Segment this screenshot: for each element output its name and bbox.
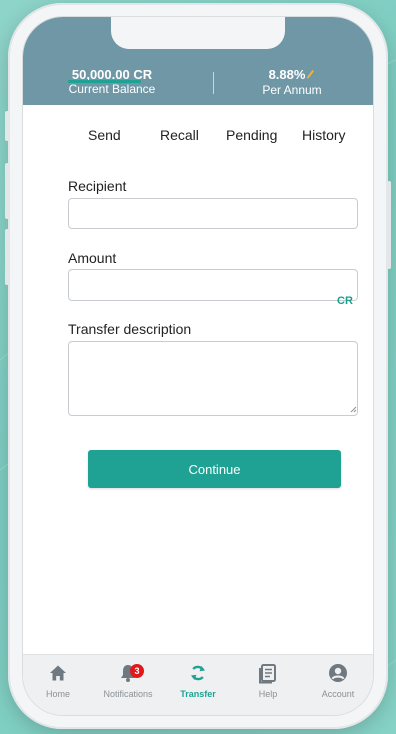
- nav-home-label: Home: [45, 689, 70, 699]
- nav-notifications-label: Notifications: [103, 689, 153, 699]
- nav-home[interactable]: Home: [23, 661, 93, 699]
- phone-volume-up: [5, 163, 9, 219]
- recipient-input[interactable]: [68, 198, 358, 229]
- header-divider: [213, 72, 214, 94]
- recipient-label: Recipient: [68, 178, 127, 194]
- nav-transfer-label: Transfer: [180, 689, 216, 699]
- nav-notifications[interactable]: 3 Notifications: [93, 661, 163, 699]
- notification-badge: 3: [130, 664, 144, 678]
- nav-help[interactable]: Help: [233, 661, 303, 699]
- phone-mute-switch: [5, 111, 9, 141]
- help-book-icon: [259, 664, 276, 684]
- transfer-tabs: Send Recall Pending History: [23, 105, 373, 157]
- rate-value: 8.88%: [268, 67, 306, 82]
- tab-history[interactable]: History: [302, 127, 346, 143]
- amount-label: Amount: [68, 250, 117, 266]
- tab-recall[interactable]: Recall: [160, 127, 199, 143]
- account-icon: [329, 664, 347, 682]
- nav-account[interactable]: Account: [303, 661, 373, 699]
- amount-input[interactable]: [68, 269, 358, 301]
- phone-notch: [111, 17, 285, 49]
- amount-unit: CR: [337, 295, 353, 307]
- nav-help-label: Help: [258, 689, 278, 699]
- bottom-nav: Home 3 Notifications Transfer Help Accou…: [23, 654, 373, 715]
- pencil-icon[interactable]: [306, 69, 315, 83]
- description-label: Transfer description: [68, 321, 192, 337]
- phone-frame: 50,000.00 CR Current Balance 8.88% Per A…: [5, 3, 391, 729]
- home-icon: [50, 665, 66, 681]
- active-tab-indicator: [68, 80, 141, 83]
- tab-send[interactable]: Send: [88, 127, 121, 143]
- phone-power-button: [387, 181, 391, 269]
- rate-label: Per Annum: [262, 83, 322, 97]
- transfer-icon: [191, 665, 205, 681]
- continue-button[interactable]: Continue: [88, 450, 341, 488]
- rate-row: 8.88%: [237, 68, 347, 83]
- balance-label: Current Balance: [68, 82, 156, 96]
- tab-pending[interactable]: Pending: [226, 127, 277, 143]
- app-screen: 50,000.00 CR Current Balance 8.88% Per A…: [23, 17, 373, 715]
- resize-grip-icon[interactable]: [350, 406, 357, 413]
- balance-header: 50,000.00 CR Current Balance 8.88% Per A…: [23, 17, 373, 105]
- description-textarea[interactable]: [68, 341, 358, 416]
- nav-account-label: Account: [321, 689, 355, 699]
- nav-transfer[interactable]: Transfer: [163, 661, 233, 699]
- phone-volume-down: [5, 229, 9, 285]
- interest-rate: 8.88% Per Annum: [237, 68, 347, 98]
